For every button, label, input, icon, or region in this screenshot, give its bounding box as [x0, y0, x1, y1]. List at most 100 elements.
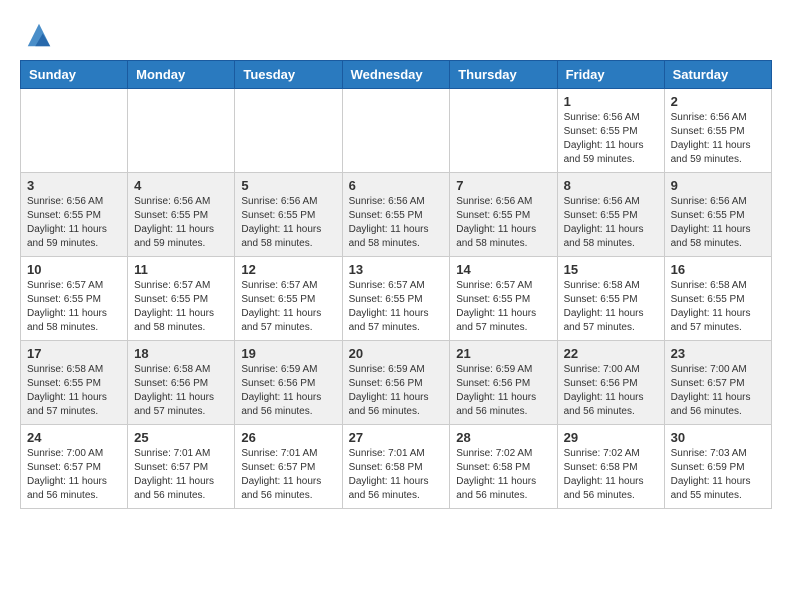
calendar-cell: 3 Sunrise: 6:56 AM Sunset: 6:55 PM Daylig…	[21, 173, 128, 257]
day-number: 23	[671, 346, 765, 361]
day-number: 11	[134, 262, 228, 277]
calendar-cell: 11 Sunrise: 6:57 AM Sunset: 6:55 PM Dayli…	[128, 257, 235, 341]
calendar-cell: 26 Sunrise: 7:01 AM Sunset: 6:57 PM Dayli…	[235, 425, 342, 509]
day-info: Sunrise: 6:58 AM Sunset: 6:55 PM Dayligh…	[27, 363, 121, 419]
day-number: 20	[349, 346, 444, 361]
day-info: Sunrise: 7:00 AM Sunset: 6:56 PM Dayligh…	[564, 363, 658, 419]
weekday-header: Sunday	[21, 61, 128, 89]
day-info: Sunrise: 7:00 AM Sunset: 6:57 PM Dayligh…	[671, 363, 765, 419]
calendar-cell: 9 Sunrise: 6:56 AM Sunset: 6:55 PM Daylig…	[664, 173, 771, 257]
calendar-cell: 21 Sunrise: 6:59 AM Sunset: 6:56 PM Dayli…	[450, 341, 557, 425]
day-info: Sunrise: 6:56 AM Sunset: 6:55 PM Dayligh…	[564, 195, 658, 251]
calendar-week-row: 24 Sunrise: 7:00 AM Sunset: 6:57 PM Dayli…	[21, 425, 772, 509]
day-number: 22	[564, 346, 658, 361]
day-number: 10	[27, 262, 121, 277]
calendar-cell: 18 Sunrise: 6:58 AM Sunset: 6:56 PM Dayli…	[128, 341, 235, 425]
calendar-cell: 24 Sunrise: 7:00 AM Sunset: 6:57 PM Dayli…	[21, 425, 128, 509]
calendar-cell: 23 Sunrise: 7:00 AM Sunset: 6:57 PM Dayli…	[664, 341, 771, 425]
day-info: Sunrise: 7:01 AM Sunset: 6:57 PM Dayligh…	[241, 447, 335, 503]
day-info: Sunrise: 7:03 AM Sunset: 6:59 PM Dayligh…	[671, 447, 765, 503]
day-number: 17	[27, 346, 121, 361]
day-number: 21	[456, 346, 550, 361]
day-number: 14	[456, 262, 550, 277]
day-number: 9	[671, 178, 765, 193]
day-info: Sunrise: 6:59 AM Sunset: 6:56 PM Dayligh…	[349, 363, 444, 419]
day-number: 29	[564, 430, 658, 445]
day-info: Sunrise: 6:57 AM Sunset: 6:55 PM Dayligh…	[134, 279, 228, 335]
day-info: Sunrise: 6:56 AM Sunset: 6:55 PM Dayligh…	[671, 111, 765, 167]
calendar-cell: 2Sunrise: 6:56 AM Sunset: 6:55 PM Daylig…	[664, 89, 771, 173]
calendar-cell: 1 Sunrise: 6:56 AM Sunset: 6:55 PM Daylig…	[557, 89, 664, 173]
calendar-cell: 19 Sunrise: 6:59 AM Sunset: 6:56 PM Dayli…	[235, 341, 342, 425]
day-number: 24	[27, 430, 121, 445]
page-header	[20, 20, 772, 50]
calendar-cell: 29 Sunrise: 7:02 AM Sunset: 6:58 PM Dayli…	[557, 425, 664, 509]
calendar-cell: 30Sunrise: 7:03 AM Sunset: 6:59 PM Dayli…	[664, 425, 771, 509]
calendar-cell: 6 Sunrise: 6:56 AM Sunset: 6:55 PM Daylig…	[342, 173, 450, 257]
calendar-cell: 4 Sunrise: 6:56 AM Sunset: 6:55 PM Daylig…	[128, 173, 235, 257]
day-number: 15	[564, 262, 658, 277]
day-number: 6	[349, 178, 444, 193]
day-number: 4	[134, 178, 228, 193]
logo	[20, 20, 54, 50]
day-info: Sunrise: 7:02 AM Sunset: 6:58 PM Dayligh…	[564, 447, 658, 503]
day-number: 3	[27, 178, 121, 193]
weekday-header: Tuesday	[235, 61, 342, 89]
calendar-cell: 20 Sunrise: 6:59 AM Sunset: 6:56 PM Dayli…	[342, 341, 450, 425]
calendar-cell: 5 Sunrise: 6:56 AM Sunset: 6:55 PM Daylig…	[235, 173, 342, 257]
day-info: Sunrise: 6:59 AM Sunset: 6:56 PM Dayligh…	[456, 363, 550, 419]
day-number: 7	[456, 178, 550, 193]
header-row: SundayMondayTuesdayWednesdayThursdayFrid…	[21, 61, 772, 89]
day-info: Sunrise: 7:01 AM Sunset: 6:58 PM Dayligh…	[349, 447, 444, 503]
day-info: Sunrise: 6:56 AM Sunset: 6:55 PM Dayligh…	[564, 111, 658, 167]
day-info: Sunrise: 7:01 AM Sunset: 6:57 PM Dayligh…	[134, 447, 228, 503]
day-info: Sunrise: 6:56 AM Sunset: 6:55 PM Dayligh…	[241, 195, 335, 251]
calendar-cell: 12Sunrise: 6:57 AM Sunset: 6:55 PM Dayli…	[235, 257, 342, 341]
calendar-week-row: 17 Sunrise: 6:58 AM Sunset: 6:55 PM Dayli…	[21, 341, 772, 425]
day-number: 18	[134, 346, 228, 361]
day-number: 19	[241, 346, 335, 361]
day-info: Sunrise: 6:56 AM Sunset: 6:55 PM Dayligh…	[456, 195, 550, 251]
day-number: 28	[456, 430, 550, 445]
calendar-cell: 27 Sunrise: 7:01 AM Sunset: 6:58 PM Dayli…	[342, 425, 450, 509]
weekday-header: Saturday	[664, 61, 771, 89]
day-info: Sunrise: 6:58 AM Sunset: 6:56 PM Dayligh…	[134, 363, 228, 419]
day-info: Sunrise: 6:59 AM Sunset: 6:56 PM Dayligh…	[241, 363, 335, 419]
day-number: 8	[564, 178, 658, 193]
calendar-cell: 15Sunrise: 6:58 AM Sunset: 6:55 PM Dayli…	[557, 257, 664, 341]
day-info: Sunrise: 6:57 AM Sunset: 6:55 PM Dayligh…	[456, 279, 550, 335]
calendar-cell: 17 Sunrise: 6:58 AM Sunset: 6:55 PM Dayli…	[21, 341, 128, 425]
calendar-table: SundayMondayTuesdayWednesdayThursdayFrid…	[20, 60, 772, 509]
calendar-cell: 8 Sunrise: 6:56 AM Sunset: 6:55 PM Daylig…	[557, 173, 664, 257]
calendar-cell: 22 Sunrise: 7:00 AM Sunset: 6:56 PM Dayli…	[557, 341, 664, 425]
calendar-cell: 13Sunrise: 6:57 AM Sunset: 6:55 PM Dayli…	[342, 257, 450, 341]
day-number: 12	[241, 262, 335, 277]
calendar-cell: 10 Sunrise: 6:57 AM Sunset: 6:55 PM Dayli…	[21, 257, 128, 341]
day-info: Sunrise: 6:56 AM Sunset: 6:55 PM Dayligh…	[349, 195, 444, 251]
day-number: 5	[241, 178, 335, 193]
calendar-cell	[21, 89, 128, 173]
weekday-header: Thursday	[450, 61, 557, 89]
day-number: 1	[564, 94, 658, 109]
calendar-cell	[128, 89, 235, 173]
calendar-cell: 25 Sunrise: 7:01 AM Sunset: 6:57 PM Dayli…	[128, 425, 235, 509]
day-info: Sunrise: 6:56 AM Sunset: 6:55 PM Dayligh…	[27, 195, 121, 251]
calendar-cell: 28 Sunrise: 7:02 AM Sunset: 6:58 PM Dayli…	[450, 425, 557, 509]
calendar-cell	[342, 89, 450, 173]
calendar-cell	[235, 89, 342, 173]
day-number: 27	[349, 430, 444, 445]
calendar-cell: 14 Sunrise: 6:57 AM Sunset: 6:55 PM Dayli…	[450, 257, 557, 341]
calendar-week-row: 1 Sunrise: 6:56 AM Sunset: 6:55 PM Daylig…	[21, 89, 772, 173]
day-info: Sunrise: 7:00 AM Sunset: 6:57 PM Dayligh…	[27, 447, 121, 503]
day-info: Sunrise: 6:56 AM Sunset: 6:55 PM Dayligh…	[671, 195, 765, 251]
day-number: 13	[349, 262, 444, 277]
day-number: 25	[134, 430, 228, 445]
day-number: 26	[241, 430, 335, 445]
weekday-header: Friday	[557, 61, 664, 89]
day-info: Sunrise: 6:56 AM Sunset: 6:55 PM Dayligh…	[134, 195, 228, 251]
weekday-header: Monday	[128, 61, 235, 89]
calendar-cell: 7 Sunrise: 6:56 AM Sunset: 6:55 PM Daylig…	[450, 173, 557, 257]
day-info: Sunrise: 7:02 AM Sunset: 6:58 PM Dayligh…	[456, 447, 550, 503]
day-info: Sunrise: 6:57 AM Sunset: 6:55 PM Dayligh…	[27, 279, 121, 335]
calendar-cell	[450, 89, 557, 173]
